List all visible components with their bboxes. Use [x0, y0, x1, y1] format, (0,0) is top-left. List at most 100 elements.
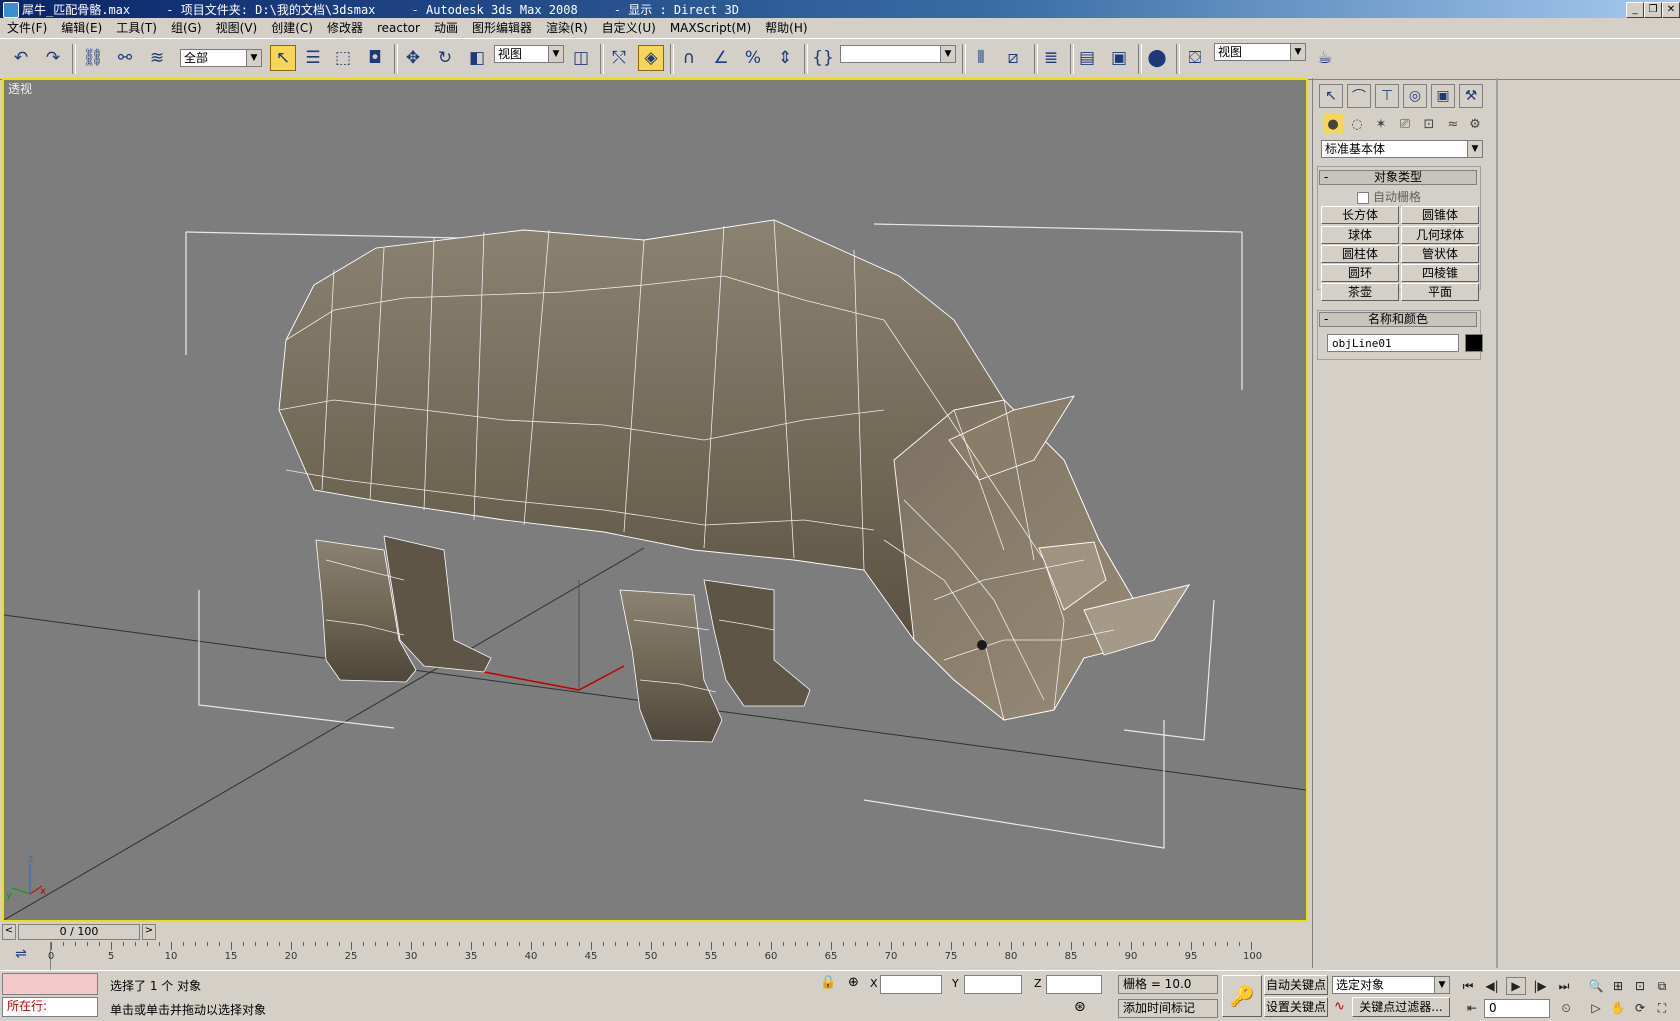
select-by-name-icon[interactable]: ☰: [300, 45, 326, 71]
minimize-button[interactable]: _: [1626, 2, 1644, 18]
cylinder-button[interactable]: 圆柱体: [1321, 245, 1399, 263]
set-key-icon[interactable]: 🔑: [1222, 975, 1262, 1017]
current-frame-field[interactable]: 0: [1484, 999, 1550, 1018]
set-key-button[interactable]: 设置关键点: [1264, 997, 1328, 1017]
schematic-view-icon[interactable]: ▣: [1106, 45, 1132, 71]
helpers-icon[interactable]: ⊡: [1419, 114, 1439, 134]
object-name-field[interactable]: objLine01: [1327, 334, 1459, 352]
spinner-snap-icon[interactable]: ⇕: [772, 45, 798, 71]
menu-graph-editors[interactable]: 图形编辑器: [465, 18, 539, 37]
menu-rendering[interactable]: 渲染(R): [539, 18, 595, 37]
menu-help[interactable]: 帮助(H): [758, 18, 814, 37]
restore-button[interactable]: ❐: [1644, 2, 1662, 18]
go-to-start-icon[interactable]: ⏮: [1458, 977, 1478, 995]
menu-view[interactable]: 视图(V): [209, 18, 265, 37]
hierarchy-tab-icon[interactable]: ⊤: [1375, 84, 1399, 108]
teapot-button[interactable]: 茶壶: [1321, 283, 1399, 301]
rhino-model[interactable]: [278, 219, 1191, 743]
menu-file[interactable]: 文件(F): [0, 18, 54, 37]
time-slider-thumb[interactable]: 0 / 100: [18, 924, 140, 940]
lock-selection-icon[interactable]: 🔒: [820, 975, 836, 990]
modify-tab-icon[interactable]: ⌒: [1347, 84, 1371, 108]
menu-maxscript[interactable]: MAXScript(M): [663, 18, 758, 37]
align-icon[interactable]: ⧄: [1000, 45, 1026, 71]
absolute-mode-icon[interactable]: ⊕: [848, 975, 859, 990]
autogrid-checkbox[interactable]: 自动栅格: [1357, 188, 1421, 205]
menu-tools[interactable]: 工具(T): [109, 18, 164, 37]
rotate-icon[interactable]: ↻: [432, 45, 458, 71]
zoom-icon[interactable]: 🔍: [1586, 977, 1606, 995]
menu-modifiers[interactable]: 修改器: [320, 18, 370, 37]
snaps-toggle-icon[interactable]: ∩: [676, 45, 702, 71]
track-bar[interactable]: ⇌ 0 5 10 15 20 25 30 35 40 45 50 55 60 65 70 75 80 85 90 95…: [0, 942, 1310, 970]
mirror-icon[interactable]: ⫴: [968, 45, 994, 71]
time-slider-prev[interactable]: <: [2, 924, 16, 940]
play-icon[interactable]: ▶: [1506, 977, 1526, 995]
pivot-center-icon[interactable]: ◫: [568, 45, 594, 71]
sphere-button[interactable]: 球体: [1321, 226, 1399, 244]
maxscript-line-field[interactable]: 所在行:: [2, 997, 98, 1017]
auto-key-button[interactable]: 自动关键点: [1264, 975, 1328, 995]
window-crossing-icon[interactable]: ◘: [362, 45, 388, 71]
lights-icon[interactable]: ✶: [1371, 114, 1391, 134]
rectangular-selection-icon[interactable]: ⬚: [330, 45, 356, 71]
zoom-extents-icon[interactable]: ⊡: [1630, 977, 1650, 995]
render-view-dropdown[interactable]: 视图 ▼: [1214, 43, 1306, 61]
geometry-icon[interactable]: ●: [1323, 114, 1343, 134]
x-coordinate-field[interactable]: [880, 975, 942, 994]
material-editor-icon[interactable]: ⬤: [1144, 45, 1170, 71]
menu-group[interactable]: 组(G): [164, 18, 209, 37]
box-button[interactable]: 长方体: [1321, 206, 1399, 224]
time-slider[interactable]: < 0 / 100 >: [2, 922, 1308, 940]
previous-frame-icon[interactable]: ◀|: [1482, 977, 1502, 995]
space-warps-icon[interactable]: ≈: [1443, 114, 1463, 134]
menu-create[interactable]: 创建(C): [264, 18, 320, 37]
layer-manager-icon[interactable]: ≣: [1038, 45, 1064, 71]
name-color-header[interactable]: - 名称和颜色: [1319, 312, 1477, 327]
z-coordinate-field[interactable]: [1046, 975, 1102, 994]
autogrid-box[interactable]: [1357, 191, 1369, 204]
systems-icon[interactable]: ⚙: [1465, 114, 1485, 134]
perspective-viewport[interactable]: 透视 z x y: [2, 78, 1308, 922]
maximize-viewport-icon[interactable]: ⛶: [1652, 999, 1672, 1017]
select-link-icon[interactable]: ⛓: [80, 45, 106, 71]
curve-editor-mini-icon[interactable]: ⇌: [10, 946, 32, 966]
add-time-tag[interactable]: 添加时间标记: [1118, 999, 1218, 1018]
object-type-header[interactable]: - 对象类型: [1319, 170, 1477, 185]
object-color-swatch[interactable]: [1465, 334, 1483, 352]
angle-snap-icon[interactable]: ∠: [708, 45, 734, 71]
zoom-all-icon[interactable]: ⊞: [1608, 977, 1628, 995]
unlink-icon[interactable]: ⚯: [112, 45, 138, 71]
motion-tab-icon[interactable]: ◎: [1403, 84, 1427, 108]
y-coordinate-field[interactable]: [964, 975, 1022, 994]
menu-edit[interactable]: 编辑(E): [54, 18, 109, 37]
selection-filter-dropdown[interactable]: 全部 ▼: [180, 49, 262, 67]
utilities-tab-icon[interactable]: ⚒: [1459, 84, 1483, 108]
arc-rotate-icon[interactable]: ⟳: [1630, 999, 1650, 1017]
key-filters-button[interactable]: 关键点过滤器...: [1352, 997, 1450, 1017]
plane-button[interactable]: 平面: [1401, 283, 1479, 301]
pyramid-button[interactable]: 四棱锥: [1401, 264, 1479, 282]
keyboard-shortcut-override-icon[interactable]: ◈: [638, 45, 664, 71]
create-tab-icon[interactable]: ↖: [1319, 84, 1343, 108]
shapes-icon[interactable]: ◌: [1347, 114, 1367, 134]
pan-icon[interactable]: ✋: [1608, 999, 1628, 1017]
menu-reactor[interactable]: reactor: [370, 18, 427, 37]
menu-customize[interactable]: 自定义(U): [595, 18, 663, 37]
select-object-icon[interactable]: ↖: [270, 45, 296, 71]
cone-button[interactable]: 圆锥体: [1401, 206, 1479, 224]
key-mode-dropdown[interactable]: 选定对象 ▼: [1332, 976, 1450, 994]
go-to-end-icon[interactable]: ⏭: [1554, 977, 1574, 995]
redo-icon[interactable]: ↷: [40, 45, 66, 71]
undo-icon[interactable]: ↶: [8, 45, 34, 71]
zoom-extents-all-icon[interactable]: ⧉: [1652, 977, 1672, 995]
key-mode-toggle-icon[interactable]: ⇤: [1462, 999, 1482, 1017]
quick-render-icon[interactable]: ☕: [1312, 45, 1338, 71]
maxscript-mini-listener[interactable]: [2, 973, 98, 995]
next-frame-icon[interactable]: |▶: [1530, 977, 1550, 995]
geosphere-button[interactable]: 几何球体: [1401, 226, 1479, 244]
bind-space-warp-icon[interactable]: ≋: [144, 45, 170, 71]
select-manipulate-icon[interactable]: ⤲: [606, 45, 632, 71]
tube-button[interactable]: 管状体: [1401, 245, 1479, 263]
named-selection-dropdown[interactable]: ▼: [840, 45, 956, 63]
